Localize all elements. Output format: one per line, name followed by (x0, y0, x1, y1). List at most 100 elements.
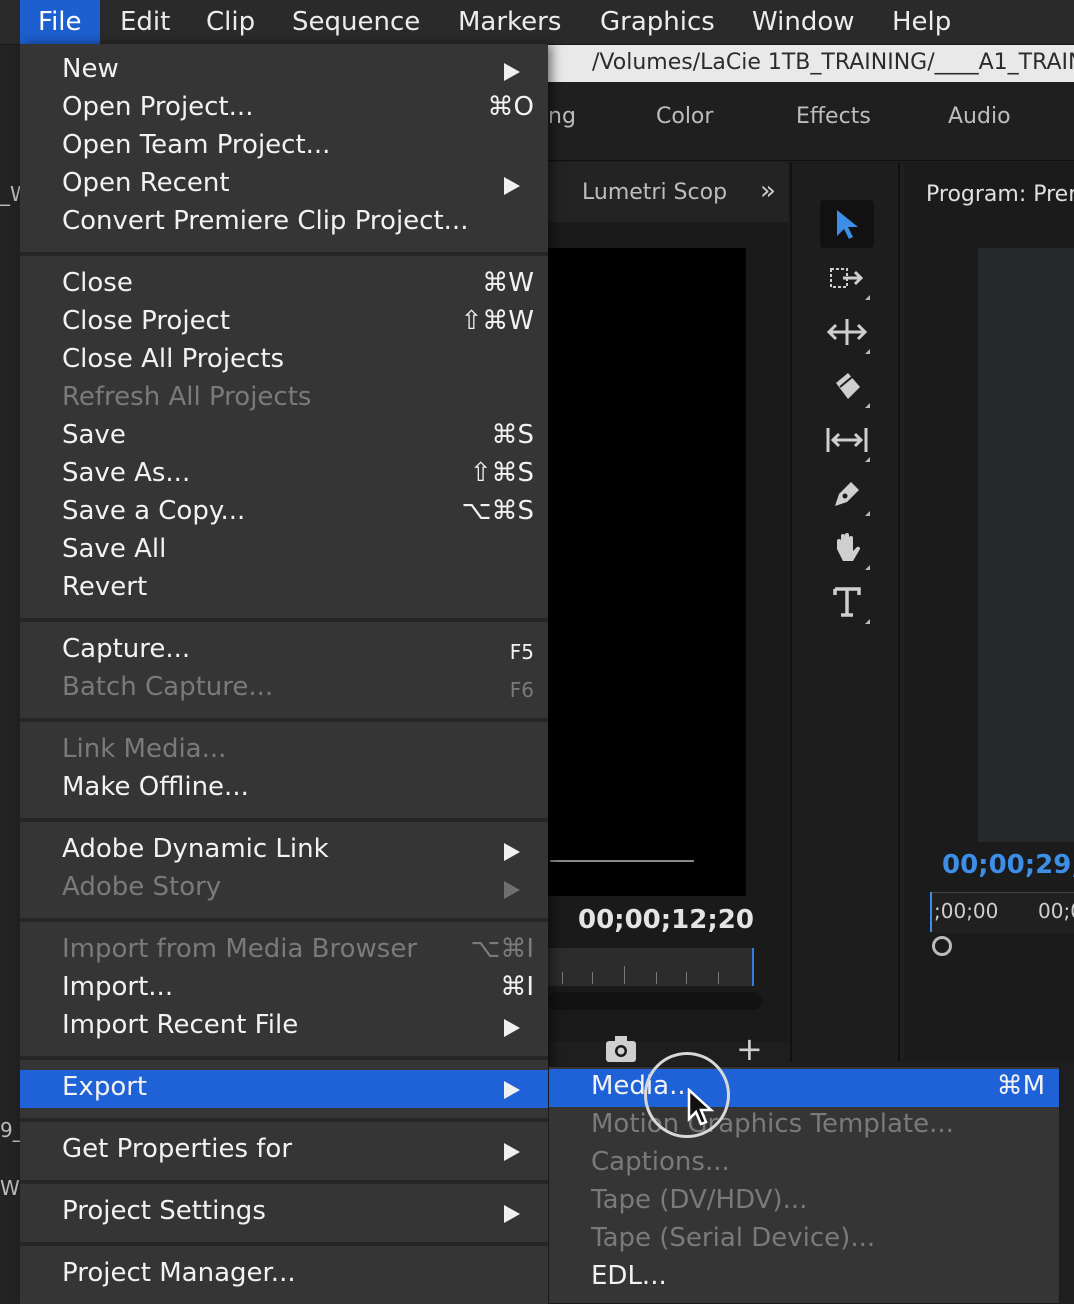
selection-tool-icon[interactable] (820, 200, 874, 248)
window-title-path: /Volumes/LaCie 1TB_TRAINING/____A1_TRAIN… (548, 44, 1074, 82)
menu-item-label: Motion Graphics Template... (591, 1109, 954, 1139)
menu-markers[interactable]: Markers (440, 0, 579, 44)
menu-item-label: Save (62, 420, 126, 450)
menu-item-close-project[interactable]: Close Project ⇧⌘W (20, 304, 548, 342)
menu-item-capture[interactable]: Capture... F5 (20, 632, 548, 670)
menu-item-refresh-all-projects: Refresh All Projects (20, 380, 548, 418)
menu-file[interactable]: File (20, 0, 100, 44)
menu-edit[interactable]: Edit (102, 0, 188, 44)
menu-item-project-settings[interactable]: Project Settings (20, 1194, 548, 1232)
menu-item-label: Capture... (62, 634, 191, 664)
menu-item-open-project[interactable]: Open Project... ⌘O (20, 90, 548, 128)
track-select-tool-icon[interactable] (820, 254, 874, 302)
submenu-arrow-icon (504, 1143, 520, 1161)
menu-help[interactable]: Help (874, 0, 969, 44)
menu-separator (20, 252, 548, 256)
menu-item-label: Tape (DV/HDV)... (591, 1185, 808, 1215)
pen-tool-icon[interactable] (820, 470, 874, 518)
workspace-tab-audio[interactable]: Audio (948, 104, 1011, 129)
menu-item-get-properties-for[interactable]: Get Properties for (20, 1132, 548, 1170)
menu-item-open-recent[interactable]: Open Recent (20, 166, 548, 204)
workspace-tab-editing[interactable]: ng (548, 104, 576, 129)
tools-panel (790, 162, 900, 1062)
menu-item-link-media: Link Media... (20, 732, 548, 770)
zoom-scrollbar[interactable] (548, 992, 762, 1010)
menu-separator (20, 1242, 548, 1246)
program-time-ruler[interactable]: ;00;00 00;0 (930, 892, 1074, 933)
workspace-tab-color[interactable]: Color (656, 104, 713, 129)
panel-header: Lumetri Scop » (548, 162, 788, 222)
menu-item-open-team-project[interactable]: Open Team Project... (20, 128, 548, 166)
menu-item-revert[interactable]: Revert (20, 570, 548, 608)
menu-item-import[interactable]: Import... ⌘I (20, 970, 548, 1008)
tab-lumetri-scopes[interactable]: Lumetri Scop (582, 180, 727, 205)
menu-item-label: EDL... (591, 1261, 667, 1291)
menu-separator (20, 1118, 548, 1122)
menu-item-save[interactable]: Save ⌘S (20, 418, 548, 456)
submenu-item-media[interactable]: Media... ⌘M (549, 1069, 1059, 1107)
shortcut-label: F6 (509, 678, 534, 702)
ruler-label: 00;0 (1038, 899, 1074, 923)
add-button-icon[interactable]: + (736, 1033, 763, 1065)
menu-item-import-from-media-browser: Import from Media Browser ⌥⌘I (20, 932, 548, 970)
menu-item-save-as[interactable]: Save As... ⇧⌘S (20, 456, 548, 494)
menu-item-make-offline[interactable]: Make Offline... (20, 770, 548, 808)
menu-separator (20, 718, 548, 722)
menu-separator (20, 818, 548, 822)
menu-item-label: Close (62, 268, 133, 298)
razor-tool-icon[interactable] (820, 362, 874, 410)
workspace-bar: ng Color Effects Audio (548, 82, 1074, 161)
program-timecode[interactable]: 00;00;29;0 (942, 850, 1074, 880)
menu-item-label: Open Team Project... (62, 130, 331, 160)
menu-item-export[interactable]: Export (20, 1070, 548, 1108)
menu-window[interactable]: Window (734, 0, 873, 44)
menu-item-label: Import from Media Browser (62, 934, 418, 964)
submenu-arrow-icon (504, 1019, 520, 1037)
menu-item-import-recent-file[interactable]: Import Recent File (20, 1008, 548, 1046)
menu-item-convert-premiere-clip[interactable]: Convert Premiere Clip Project... (20, 204, 548, 242)
left-edge-label: W (0, 1176, 20, 1200)
menu-item-close-all-projects[interactable]: Close All Projects (20, 342, 548, 380)
menu-item-label: Adobe Story (62, 872, 222, 902)
ripple-edit-tool-icon[interactable] (820, 308, 874, 356)
menu-graphics[interactable]: Graphics (582, 0, 733, 44)
menu-item-label: Close All Projects (62, 344, 285, 374)
menu-item-save-a-copy[interactable]: Save a Copy... ⌥⌘S (20, 494, 548, 532)
menu-item-label: Tape (Serial Device)... (591, 1223, 876, 1253)
menu-item-project-manager[interactable]: Project Manager... (20, 1256, 548, 1294)
menu-item-label: Import... (62, 972, 174, 1002)
menu-item-batch-capture: Batch Capture... F6 (20, 670, 548, 708)
menu-item-adobe-dynamic-link[interactable]: Adobe Dynamic Link (20, 832, 548, 870)
menu-item-label: Project Settings (62, 1196, 266, 1226)
menu-separator (20, 1180, 548, 1184)
submenu-arrow-icon (504, 177, 520, 195)
type-tool-icon[interactable] (820, 578, 874, 626)
workspace-tab-effects[interactable]: Effects (796, 104, 871, 129)
program-playhead[interactable] (930, 892, 932, 932)
shortcut-label: F5 (509, 640, 534, 664)
menu-item-save-all[interactable]: Save All (20, 532, 548, 570)
menu-sequence[interactable]: Sequence (274, 0, 438, 44)
submenu-item-edl[interactable]: EDL... (549, 1259, 1059, 1297)
file-menu: New Open Project... ⌘O Open Team Project… (20, 44, 548, 1304)
hand-tool-icon[interactable] (820, 524, 874, 572)
slip-tool-icon[interactable] (820, 416, 874, 464)
menu-item-close[interactable]: Close ⌘W (20, 266, 548, 304)
menu-clip[interactable]: Clip (188, 0, 273, 44)
program-monitor-title[interactable]: Program: Prem (926, 182, 1074, 207)
panel-overflow-icon[interactable]: » (760, 176, 776, 206)
menu-item-new[interactable]: New (20, 52, 548, 90)
menu-item-adobe-story: Adobe Story (20, 870, 548, 908)
shortcut-label: ⌥⌘S (461, 496, 534, 526)
zoom-handle[interactable] (932, 936, 952, 956)
submenu-item-captions: Captions... (549, 1145, 1059, 1183)
program-monitor-view (978, 248, 1074, 842)
source-scrub-bar[interactable] (548, 948, 754, 986)
menu-item-label: Captions... (591, 1147, 730, 1177)
shortcut-label: ⌘M (996, 1071, 1045, 1101)
camera-icon[interactable] (604, 1034, 638, 1064)
playhead[interactable] (752, 948, 754, 986)
menu-item-label: Convert Premiere Clip Project... (62, 206, 469, 236)
source-timecode[interactable]: 00;00;12;20 (578, 905, 754, 935)
mouse-cursor-icon (686, 1087, 715, 1128)
